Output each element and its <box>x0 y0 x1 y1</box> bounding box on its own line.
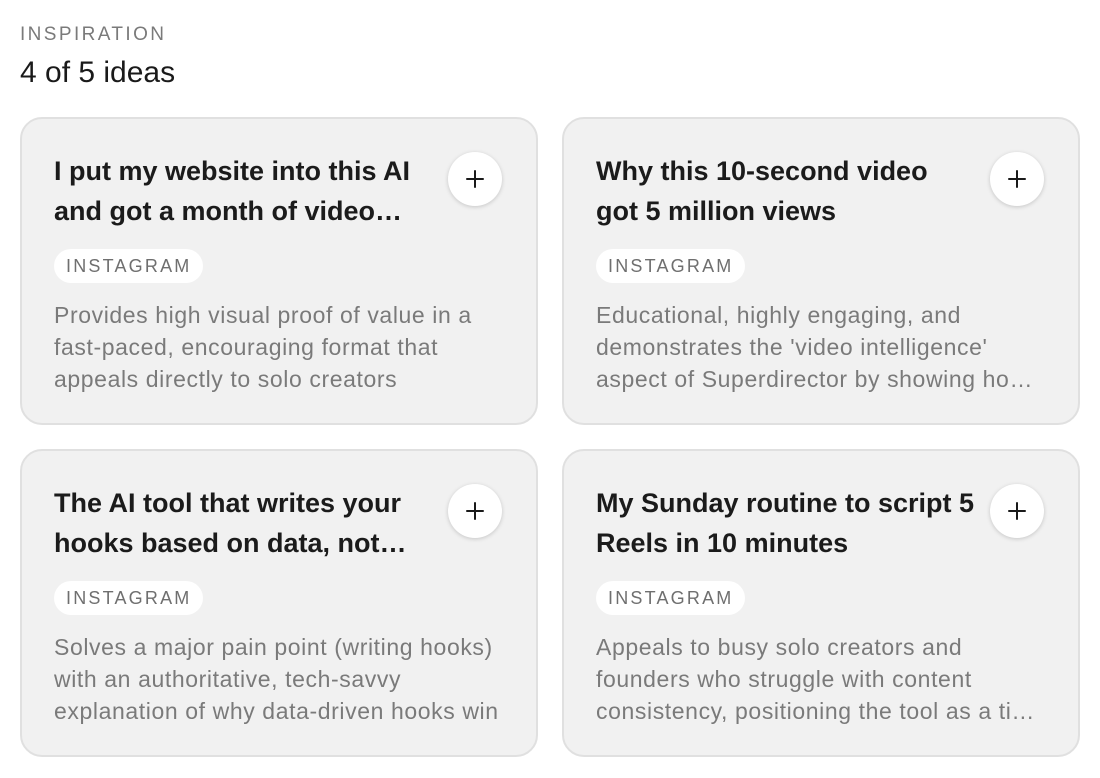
add-idea-button[interactable] <box>990 484 1044 538</box>
idea-card[interactable]: The AI tool that writes your hooks based… <box>20 449 538 757</box>
platform-tag: INSTAGRAM <box>54 249 204 283</box>
plus-icon <box>1008 170 1026 188</box>
idea-card[interactable]: My Sunday routine to script 5 Reels in 1… <box>562 449 1080 757</box>
idea-card[interactable]: I put my website into this AI and got a … <box>20 117 538 425</box>
plus-icon <box>466 502 484 520</box>
idea-description: Provides high visual proof of value in a… <box>54 302 472 392</box>
plus-icon <box>1008 502 1026 520</box>
platform-tag: INSTAGRAM <box>596 581 746 615</box>
section-eyebrow: INSPIRATION <box>20 24 167 45</box>
idea-title: The AI tool that writes your hooks based… <box>54 488 402 558</box>
add-idea-button[interactable] <box>448 484 502 538</box>
platform-tag: INSTAGRAM <box>54 581 204 615</box>
idea-description: Educational, highly engaging, and demons… <box>596 302 1047 392</box>
idea-description: Appeals to busy solo creators and founde… <box>596 634 1045 724</box>
idea-description: Solves a major pain point (writing hooks… <box>54 634 499 724</box>
ideas-count-heading: 4 of 5 ideas <box>20 56 176 89</box>
platform-tag: INSTAGRAM <box>596 249 746 283</box>
plus-icon <box>466 170 484 188</box>
inspiration-panel: INSPIRATION 4 of 5 ideas I put my websit… <box>0 0 1100 778</box>
ideas-grid: I put my website into this AI and got a … <box>20 117 1080 757</box>
idea-title: Why this 10-second video got 5 million v… <box>596 156 928 226</box>
add-idea-button[interactable] <box>990 152 1044 206</box>
add-idea-button[interactable] <box>448 152 502 206</box>
idea-title: I put my website into this AI and got a … <box>54 156 411 226</box>
idea-card[interactable]: Why this 10-second video got 5 million v… <box>562 117 1080 425</box>
idea-title: My Sunday routine to script 5 Reels in 1… <box>596 488 975 558</box>
